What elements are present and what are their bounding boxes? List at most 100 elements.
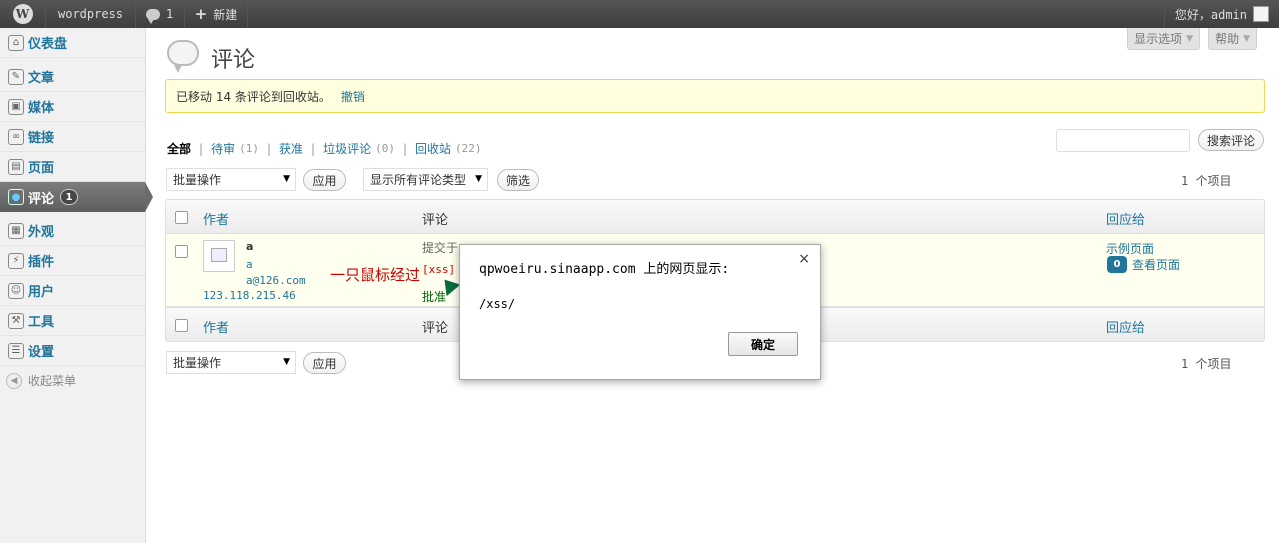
filter-approved[interactable]: 获准 — [279, 140, 303, 157]
sidebar-item-appearance[interactable]: ▦ 外观 — [0, 216, 145, 246]
apply-button-top[interactable]: 应用 — [303, 169, 346, 191]
sidebar-item-label: 页面 — [28, 161, 55, 176]
sidebar-item-label: 工具 — [28, 315, 55, 330]
appearance-icon: ▦ — [8, 222, 24, 239]
dropdown-arrow-icon: ▼ — [283, 357, 290, 367]
admin-sidebar: ⌂ 仪表盘 ✎ 文章 ▣ 媒体 ∞ 链接 ▤ 页面 ● 评论 1 ▦ 外观 ⚡ … — [0, 28, 153, 543]
sidebar-item-label: 评论 — [28, 191, 55, 207]
pin-icon: ✎ — [8, 68, 24, 85]
bulk-actions-value: 批量操作 — [173, 173, 222, 187]
sidebar-item-plugins[interactable]: ⚡ 插件 — [0, 246, 145, 276]
collapse-label: 收起菜单 — [28, 374, 77, 388]
sidebar-item-comments[interactable]: ● 评论 1 — [0, 182, 153, 212]
sidebar-item-label: 链接 — [28, 131, 55, 146]
wordpress-logo-icon: W — [12, 4, 33, 24]
bulk-actions-select-bottom[interactable]: 批量操作 ▼ — [166, 351, 296, 374]
filter-button[interactable]: 筛选 — [497, 169, 539, 191]
sidebar-item-settings[interactable]: ☰ 设置 — [0, 336, 145, 366]
sidebar-item-label: 用户 — [28, 285, 55, 300]
plugin-icon: ⚡ — [8, 252, 24, 269]
comment-type-select[interactable]: 显示所有评论类型 ▼ — [363, 168, 488, 191]
filter-spam[interactable]: 垃圾评论 — [323, 140, 371, 157]
notice-text: 已移动 14 条评论到回收站。 — [176, 89, 331, 104]
trash-notice: 已移动 14 条评论到回收站。 撤销 — [165, 79, 1265, 113]
post-comment-count-bubble[interactable]: 0 — [1107, 256, 1127, 273]
chevron-down-icon: ▼ — [1243, 33, 1250, 44]
dialog-message: /xss/ — [479, 297, 516, 311]
account-menu[interactable]: 您好，admin — [1163, 0, 1279, 28]
select-all-checkbox[interactable] — [175, 211, 188, 224]
row-checkbox[interactable] — [175, 245, 188, 258]
bulk-actions-select-top[interactable]: 批量操作 ▼ — [166, 168, 296, 191]
dropdown-arrow-icon: ▼ — [475, 174, 482, 184]
filter-all[interactable]: 全部 — [167, 140, 191, 157]
column-comment-footer: 评论 — [422, 321, 449, 336]
ok-button[interactable]: 确定 — [728, 332, 798, 356]
collapse-arrow-icon: ◀ — [6, 372, 22, 389]
collapse-menu-button[interactable]: ◀ 收起菜单 — [0, 372, 145, 389]
sidebar-item-dashboard[interactable]: ⌂ 仪表盘 — [0, 28, 145, 58]
comment-bubble-icon — [146, 8, 161, 24]
response-post-link[interactable]: 示例页面 — [1106, 240, 1154, 257]
screen-options-tab[interactable]: 显示选项 ▼ — [1127, 28, 1200, 50]
avatar — [1253, 6, 1269, 22]
undo-link[interactable]: 撤销 — [341, 88, 365, 105]
author-email[interactable]: a@126.com — [246, 274, 306, 287]
author-name: a — [246, 240, 254, 253]
new-content-menu[interactable]: + 新建 — [185, 0, 249, 28]
bulk-actions-value: 批量操作 — [173, 356, 222, 370]
sidebar-item-label: 文章 — [28, 71, 55, 86]
comment-icon: ● — [8, 189, 24, 205]
items-count-bottom: 1 个项目 — [1181, 357, 1232, 371]
sidebar-item-label: 仪表盘 — [28, 37, 68, 52]
sidebar-item-tools[interactable]: ⚒ 工具 — [0, 306, 145, 336]
help-label: 帮助 — [1215, 32, 1240, 46]
search-input[interactable] — [1056, 129, 1190, 152]
dashboard-icon: ⌂ — [8, 34, 24, 51]
sidebar-item-links[interactable]: ∞ 链接 — [0, 122, 145, 152]
hover-annotation: 一只鼠标经过 — [330, 266, 421, 284]
wordpress-logo-menu[interactable]: W — [0, 0, 46, 28]
comments-page-icon — [167, 40, 199, 73]
trash-count: (22) — [455, 142, 482, 155]
site-name-link[interactable]: wordpress — [46, 0, 137, 28]
column-author[interactable]: 作者 — [203, 209, 229, 228]
author-avatar — [203, 240, 235, 272]
help-tab[interactable]: 帮助 ▼ — [1208, 28, 1257, 50]
chevron-down-icon: ▼ — [1186, 33, 1193, 44]
comments-count: 1 — [166, 7, 174, 21]
apply-button-bottom[interactable]: 应用 — [303, 352, 346, 374]
sidebar-item-label: 设置 — [28, 345, 55, 360]
comment-count-badge: 1 — [60, 189, 79, 205]
status-filter-links: 全部 | 待审 (1) | 获准 | 垃圾评论 (0) | 回收站 (22) — [167, 140, 482, 157]
column-author-footer[interactable]: 作者 — [203, 317, 229, 336]
filter-pending[interactable]: 待审 — [211, 140, 235, 157]
close-icon[interactable]: × — [798, 251, 810, 267]
plus-icon: + — [194, 5, 208, 23]
search-comments-button[interactable]: 搜索评论 — [1198, 129, 1264, 151]
sidebar-item-label: 插件 — [28, 255, 55, 270]
dialog-title: qpwoeiru.sinaapp.com 上的网页显示: — [479, 262, 730, 277]
sidebar-item-label: 媒体 — [28, 101, 55, 116]
sidebar-item-users[interactable]: ☺ 用户 — [0, 276, 145, 306]
settings-icon: ☰ — [8, 342, 24, 359]
items-count-top: 1 个项目 — [1181, 174, 1232, 188]
author-ip[interactable]: 123.118.215.46 — [203, 289, 296, 302]
dropdown-arrow-icon: ▼ — [283, 174, 290, 184]
sidebar-item-posts[interactable]: ✎ 文章 — [0, 62, 145, 92]
sidebar-item-label: 外观 — [28, 225, 55, 240]
view-post-link[interactable]: 查看页面 — [1132, 256, 1180, 273]
column-response[interactable]: 回应给 — [1106, 209, 1145, 228]
page-icon: ▤ — [8, 158, 24, 175]
comments-menu[interactable]: 1 — [136, 0, 185, 28]
author-url[interactable]: a — [246, 258, 253, 271]
sidebar-item-media[interactable]: ▣ 媒体 — [0, 92, 145, 122]
column-response-footer[interactable]: 回应给 — [1106, 317, 1145, 336]
media-icon: ▣ — [8, 98, 24, 115]
sidebar-item-pages[interactable]: ▤ 页面 — [0, 152, 145, 182]
admin-bar: W wordpress 1 + 新建 您好，admin — [0, 0, 1279, 28]
pending-count: (1) — [239, 142, 259, 155]
select-all-checkbox-footer[interactable] — [175, 319, 188, 332]
filter-trash[interactable]: 回收站 — [415, 140, 451, 157]
greeting: 您好，admin — [1174, 7, 1247, 22]
